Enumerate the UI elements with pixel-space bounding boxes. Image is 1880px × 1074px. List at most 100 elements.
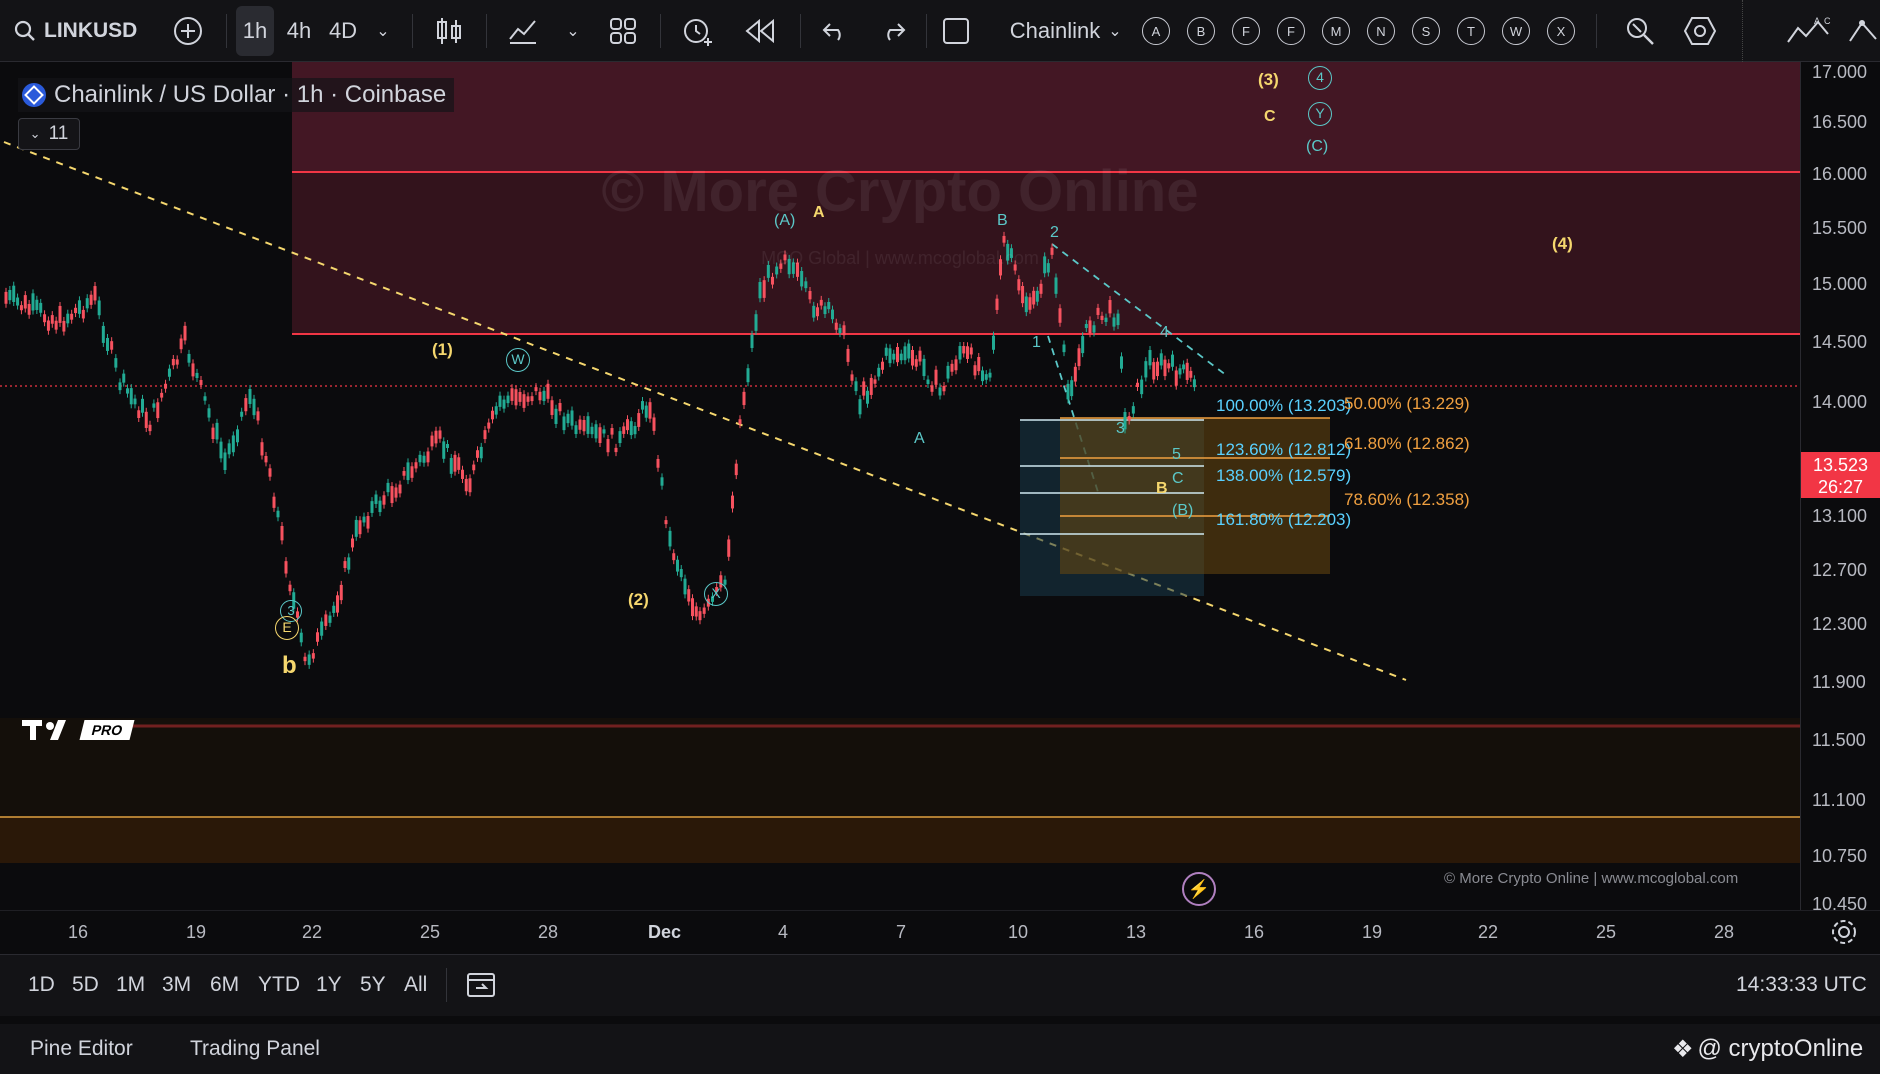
wave-tool-a[interactable]: A [1142, 0, 1170, 62]
candle-body [574, 425, 578, 435]
utc-clock[interactable]: 14:33:33 UTC [1736, 954, 1867, 1016]
settings-icon[interactable] [1682, 0, 1718, 62]
candle-body [966, 346, 969, 359]
candle-body [679, 569, 683, 578]
layout-grid-icon[interactable] [606, 0, 640, 62]
fib-label-78: 78.60% (12.358) [1344, 490, 1470, 509]
range-6m[interactable]: 6M [210, 954, 239, 1016]
wave-tool-n[interactable]: N [1367, 0, 1395, 62]
candle-body [884, 347, 888, 356]
candle-body [754, 314, 758, 331]
candle-body [566, 413, 570, 424]
indicators-icon[interactable] [506, 0, 540, 62]
candle-body [426, 451, 430, 463]
candle-body [934, 369, 938, 385]
range-1y[interactable]: 1Y [316, 954, 342, 1016]
candle-body [664, 520, 668, 525]
timeframe-1h[interactable]: 1h [236, 6, 274, 56]
candle-body [1140, 379, 1144, 395]
wave-tool-w[interactable]: W [1502, 0, 1530, 62]
lightning-icon[interactable]: ⚡ [1182, 872, 1216, 906]
layout-name[interactable]: Chainlink [990, 0, 1120, 62]
chart-area[interactable]: © More Crypto Online MCO Global | www.mc… [0, 62, 1800, 910]
candle-body [656, 458, 660, 468]
range-3m[interactable]: 3M [162, 954, 191, 1016]
wave-tool-x[interactable]: X [1547, 0, 1575, 62]
timeframe-4d[interactable]: 4D [324, 0, 362, 62]
chevron-down-icon[interactable]: ⌄ [1104, 0, 1126, 62]
axis-settings-icon[interactable] [1830, 918, 1858, 946]
candle-body [922, 358, 926, 377]
candle-body [39, 302, 43, 313]
wave-tool-f2[interactable]: F [1277, 0, 1305, 62]
zoom-search-icon[interactable] [1622, 0, 1658, 62]
range-1m[interactable]: 1M [116, 954, 145, 1016]
candle-body [472, 464, 476, 471]
candle-body [827, 301, 831, 310]
chevron-down-icon[interactable]: ⌄ [370, 0, 396, 62]
wave-tool-s[interactable]: S [1412, 0, 1440, 62]
tv-logo-icon [22, 720, 66, 740]
candle-body [1096, 307, 1100, 315]
candle-body [652, 417, 656, 431]
price-tick: 12.700 [1812, 560, 1868, 580]
price-tick: 16.500 [1812, 112, 1868, 132]
candle-body [831, 309, 834, 320]
wave-tool-m[interactable]: M [1322, 0, 1350, 62]
candle-body [23, 295, 27, 309]
wave-label-4: (4) [1552, 234, 1573, 253]
symbol-search[interactable]: LINKUSD [14, 0, 144, 62]
wave-label-circled-w: W [506, 348, 530, 372]
timeframe-4h[interactable]: 4h [280, 0, 318, 62]
elliott-wave-icon[interactable]: AC [1786, 0, 1832, 62]
candle-body [586, 416, 590, 434]
range-5d[interactable]: 5D [72, 954, 99, 1016]
candle-body [938, 387, 942, 396]
candle-body [1024, 296, 1028, 313]
calendar-range-icon[interactable] [466, 970, 498, 1005]
candle-body [307, 654, 311, 665]
chevron-down-icon[interactable]: ⌄ [562, 0, 584, 62]
candle-body [362, 516, 366, 523]
divider [800, 14, 801, 48]
candle-body [1185, 362, 1189, 380]
candle-body [530, 396, 534, 402]
add-symbol-button[interactable] [170, 0, 206, 62]
candle-body [812, 305, 816, 318]
tab-pine-editor[interactable]: Pine Editor [30, 1024, 133, 1074]
undo-icon[interactable] [818, 0, 852, 62]
candle-body [1021, 286, 1025, 304]
candles-icon[interactable] [432, 0, 466, 62]
range-ytd[interactable]: YTD [258, 954, 300, 1016]
wave-pattern-icon[interactable] [1846, 0, 1880, 62]
candle-body [89, 294, 93, 305]
candle-body [175, 359, 179, 365]
wave-tool-s-label: S [1412, 17, 1440, 45]
candle-body [796, 262, 799, 277]
wave-tool-t[interactable]: T [1457, 0, 1485, 62]
candle-body [1163, 359, 1167, 377]
tab-trading-panel[interactable]: Trading Panel [190, 1024, 320, 1074]
candle-body [958, 346, 962, 360]
candle-body [538, 391, 542, 401]
range-all[interactable]: All [404, 954, 427, 1016]
candle-body [171, 358, 175, 366]
candle-body [518, 391, 522, 402]
indicator-toggle[interactable]: ⌄ 11 [18, 118, 80, 150]
replay-icon[interactable] [742, 0, 778, 62]
candle-body [152, 403, 156, 408]
candle-body [804, 281, 808, 289]
range-1d[interactable]: 1D [28, 954, 55, 1016]
layout-square-icon[interactable] [940, 0, 972, 62]
wave-tool-b[interactable]: B [1187, 0, 1215, 62]
candle-body [892, 353, 896, 360]
divider [660, 14, 661, 48]
range-5y[interactable]: 5Y [360, 954, 386, 1016]
alert-clock-icon[interactable] [680, 0, 716, 62]
time-tick: 4 [778, 922, 789, 942]
chart-canvas[interactable] [0, 62, 1800, 910]
wave-tool-f1[interactable]: F [1232, 0, 1260, 62]
redo-icon[interactable] [876, 0, 910, 62]
last-price: 13.523 [1812, 455, 1869, 475]
candle-body [522, 394, 526, 408]
